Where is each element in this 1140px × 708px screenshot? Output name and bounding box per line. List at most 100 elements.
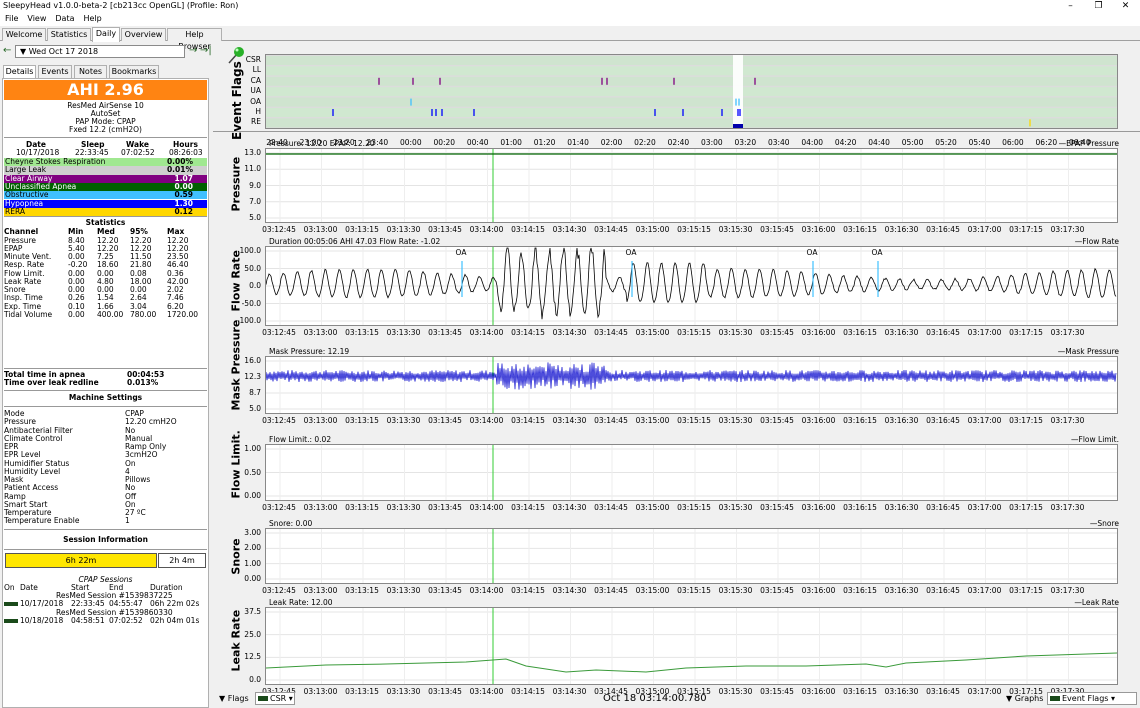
flowlim-xtick: 03:16:15: [843, 503, 877, 512]
tab-details[interactable]: Details: [3, 65, 36, 78]
event-row: RERA 0.12: [4, 207, 207, 217]
tab-bookmarks[interactable]: Bookmarks: [109, 65, 159, 78]
session-checkbox[interactable]: [4, 619, 18, 623]
tab-help-browser[interactable]: Help Browser: [167, 28, 222, 51]
snore-xtick: 03:14:30: [552, 586, 587, 595]
session-start: 22:33:45: [71, 599, 105, 608]
menu-data[interactable]: Data: [50, 13, 78, 23]
flowlim-ytick: 0.00: [244, 491, 261, 500]
mask-xtick: 03:16:15: [843, 416, 877, 425]
minimize-button[interactable]: –: [1058, 0, 1083, 13]
flow-header: Duration 00:05:06 AHI 47.03 Flow Rate: -…: [269, 237, 441, 246]
last-day-icon[interactable]: →|: [200, 45, 212, 56]
ahi-banner: AHI 2.96: [4, 80, 207, 100]
flow-xtick: 03:14:00: [469, 328, 504, 337]
next-day-icon[interactable]: →: [189, 45, 197, 56]
date-navigator: ← ▼ Wed Oct 17 2018 → →|: [3, 45, 212, 58]
mask-graph[interactable]: [265, 356, 1118, 414]
stats-col: Channel: [4, 227, 39, 236]
leak-series: [266, 652, 1117, 673]
pressure-xtick: 03:13:45: [428, 225, 462, 234]
flag-row-band: [266, 76, 1117, 86]
snore-ytick: 2.00: [244, 543, 261, 553]
flags-dropdown[interactable]: ▼ Flags: [219, 694, 249, 703]
flowlim-xtick: 03:13:45: [428, 503, 462, 512]
flowlim-ytick: 1.00: [244, 444, 261, 453]
mask-ytick: 8.7: [249, 388, 261, 397]
flow-xtick: 03:13:00: [303, 328, 338, 337]
event-flags-dropdown[interactable]: Event Flags ▾: [1047, 692, 1137, 705]
mask-ytick: 12.3: [244, 372, 261, 381]
event-flags-chart[interactable]: [265, 54, 1118, 129]
flow-xtick: 03:15:00: [635, 328, 670, 337]
window-title: SleepyHead v1.0.0-beta-2 [cb213cc OpenGL…: [3, 1, 239, 10]
flag-row-label: RE: [251, 117, 261, 127]
maximize-button[interactable]: ❐: [1086, 0, 1111, 13]
snore-xtick: 03:13:45: [428, 586, 462, 595]
pressure-xtick: 03:15:00: [635, 225, 670, 234]
pressure-ytick: 5.0: [249, 213, 261, 222]
stats-col: Max: [167, 227, 185, 236]
flowlim-header: Flow Limit.: 0.02: [269, 435, 332, 444]
session-bar-2[interactable]: 2h 4m: [158, 553, 206, 568]
flag-row-label: CA: [250, 75, 261, 85]
pressure-xtick: 03:14:30: [552, 225, 587, 234]
flowlim-xtick: 03:15:00: [635, 503, 670, 512]
menu-file[interactable]: File: [0, 13, 22, 23]
snore-graph[interactable]: [265, 528, 1118, 584]
flag-time-tick: 02:00: [600, 138, 623, 147]
mask-xtick: 03:17:00: [967, 416, 1002, 425]
flag-time-tick: 01:40: [567, 138, 589, 147]
menu-help[interactable]: Help: [78, 13, 105, 23]
flag-row-band: [266, 108, 1117, 117]
session-row[interactable]: 10/18/2018 04:58:51 07:02:52 02h 04m 01s: [4, 617, 207, 625]
oa-label: OA: [871, 248, 883, 257]
tab-statistics[interactable]: Statistics: [47, 28, 91, 41]
flowlim-xtick: 03:17:15: [1009, 503, 1043, 512]
flowlim-xtick: 03:12:45: [262, 503, 296, 512]
stats-row: Tidal Volume 0.00 400.00 780.00 1720.00: [4, 309, 207, 319]
tab-welcome[interactable]: Welcome: [2, 28, 46, 41]
selection-bar: [733, 124, 743, 128]
close-button[interactable]: ✕: [1113, 0, 1138, 13]
flag-time-tick: 03:20: [734, 138, 757, 147]
session-checkbox[interactable]: [4, 602, 18, 606]
flowlim-graph[interactable]: [265, 444, 1118, 501]
pressure-graph[interactable]: [265, 148, 1118, 223]
flag-time-tick: 01:20: [533, 138, 556, 147]
flow-series: [266, 247, 1117, 320]
session-bar-1[interactable]: 6h 22m: [5, 553, 157, 568]
leak-redline: Time over leak redline 0.013%: [4, 378, 159, 387]
flow-graph[interactable]: [265, 246, 1118, 326]
snore-xtick: 03:16:30: [884, 586, 919, 595]
mask-xtick: 03:14:00: [469, 416, 504, 425]
menu-view[interactable]: View: [22, 13, 50, 23]
flag-row-band: [266, 97, 1117, 107]
leak-ytick: 25.0: [244, 629, 261, 639]
tab-events[interactable]: Events: [38, 65, 72, 78]
flag-row-label: LL: [252, 65, 261, 75]
mask-xtick: 03:13:30: [386, 416, 421, 425]
csr-dropdown[interactable]: CSR ▾: [255, 692, 295, 705]
leak-graph[interactable]: [265, 607, 1118, 685]
pressure-xtick: 03:12:45: [262, 225, 296, 234]
leak-ytick: 0.0: [249, 675, 261, 684]
pressure-xtick: 03:14:15: [511, 225, 545, 234]
snore-xtick: 03:14:15: [511, 586, 545, 595]
flag-time-tick: 06:20: [1035, 138, 1058, 147]
pressure-ytick: 7.0: [249, 196, 261, 206]
snore-xtick: 03:13:00: [303, 586, 338, 595]
prev-day-icon[interactable]: ←: [3, 45, 11, 56]
oa-label: OA: [455, 248, 467, 257]
tab-notes[interactable]: Notes: [74, 65, 107, 78]
snore-xtick: 03:12:45: [262, 586, 296, 595]
graphs-dropdown[interactable]: ▼ Graphs: [1006, 694, 1043, 703]
session-duration: 02h 04m 01s: [150, 616, 200, 625]
tab-overview[interactable]: Overview: [121, 28, 166, 41]
selection-highlight: [733, 55, 743, 128]
tab-daily[interactable]: Daily: [92, 27, 120, 42]
mask-legend: —Mask Pressure: [1057, 347, 1119, 356]
stats-cell: Tidal Volume: [4, 309, 53, 319]
mask-xtick: 03:12:45: [262, 416, 296, 425]
date-picker[interactable]: ▼ Wed Oct 17 2018: [15, 45, 185, 58]
